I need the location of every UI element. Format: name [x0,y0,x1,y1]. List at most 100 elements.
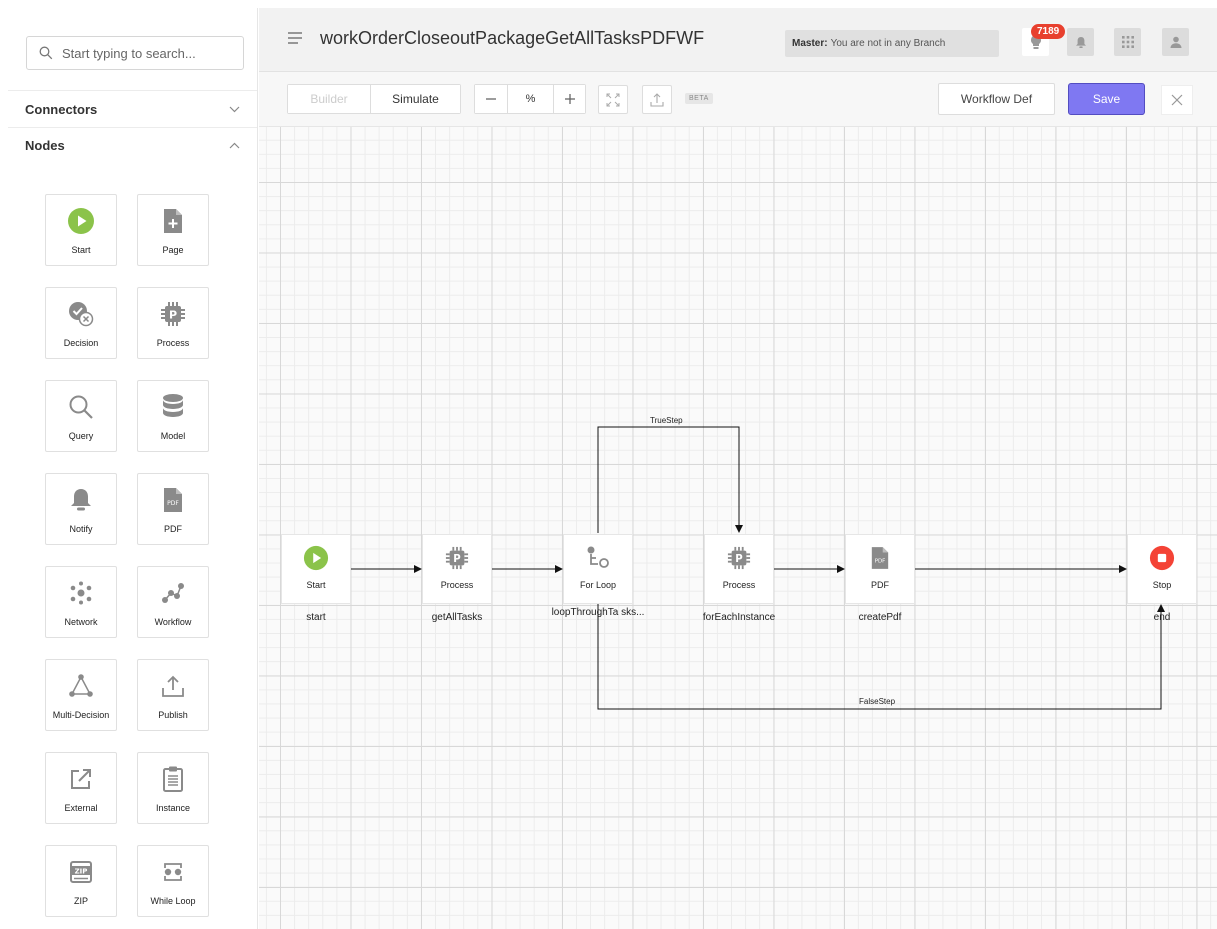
palette-node-label: ZIP [73,896,88,906]
pdf-icon: PDF [867,545,893,571]
node-name-label: getAllTasks [431,612,483,623]
branch-selector[interactable]: Master: You are not in any Branch [785,30,999,57]
palette-node-start[interactable]: Start [45,194,117,266]
instance-icon [158,764,188,794]
palette-node-instance[interactable]: Instance [137,752,209,824]
simulate-tab[interactable]: Simulate [370,85,460,113]
top-header: workOrderCloseoutPackageGetAllTasksPDFWF… [259,8,1217,72]
workflow-icon [158,578,188,608]
palette-node-zip[interactable]: ZIP ZIP [45,845,117,917]
stop-icon [1149,545,1175,571]
query-icon [66,392,96,422]
process-icon: P [726,545,752,571]
palette-node-label: Multi-Decision [52,710,110,720]
pdf-icon: PDF [158,485,188,515]
notification-count-badge: 7189 [1031,24,1066,39]
zip-icon: ZIP [66,857,96,887]
start-icon [66,206,96,236]
palette-node-label: Workflow [154,617,192,627]
palette-node-external[interactable]: External [45,752,117,824]
apps-button[interactable] [1114,28,1141,56]
publish-icon [158,671,188,701]
minus-icon [486,98,496,100]
palette-node-label: External [64,803,98,813]
connectors-section-header[interactable]: Connectors [8,90,257,128]
zoom-in-button[interactable] [553,85,585,113]
palette-node-process[interactable]: P Process [137,287,209,359]
close-button[interactable] [1161,85,1193,115]
workflow-node-createpdf[interactable]: PDF PDF [845,534,915,604]
network-icon [66,578,96,608]
workflow-node-forloop[interactable]: For Loop [563,534,633,604]
palette-node-network[interactable]: Network [45,566,117,638]
start-icon [303,545,329,571]
palette-node-label: Model [160,431,186,441]
palette-node-label: Query [68,431,94,441]
node-type-label: Process [440,580,474,590]
palette-node-model[interactable]: Model [137,380,209,452]
user-menu-button[interactable] [1162,28,1189,56]
node-name-label: loopThroughTa sks... [551,607,645,618]
notify-icon [66,485,96,515]
palette-node-query[interactable]: Query [45,380,117,452]
zoom-out-button[interactable] [475,85,507,113]
palette-node-decision[interactable]: Decision [45,287,117,359]
search-box[interactable] [26,36,244,70]
workflow-node-foreachinstance[interactable]: P Process [704,534,774,604]
close-icon [1171,94,1183,106]
palette-node-label: Page [162,245,184,255]
workflow-edges [351,426,1165,710]
palette-node-while-loop[interactable]: While Loop [137,845,209,917]
external-icon [66,764,96,794]
svg-text:PDF: PDF [167,500,179,507]
save-button[interactable]: Save [1068,83,1145,115]
process-icon: P [444,545,470,571]
branch-text: You are not in any Branch [830,38,946,49]
palette-node-label: Process [156,338,190,348]
palette-node-label: While Loop [150,896,196,906]
page-icon [158,206,188,236]
node-type-label: Start [306,580,326,590]
chevron-down-icon [229,106,240,112]
plus-icon [564,94,575,104]
palette-node-label: Publish [158,710,188,720]
zoom-level[interactable]: % [507,85,553,113]
workflow-def-button[interactable]: Workflow Def [938,83,1055,115]
builder-tab[interactable]: Builder [288,85,370,113]
workflow-node-start[interactable]: Start [281,534,351,604]
notifications-button[interactable] [1067,28,1094,56]
fit-to-screen-button[interactable] [598,85,628,114]
false-step-label: FalseStep [859,697,896,706]
palette-node-publish[interactable]: Publish [137,659,209,731]
workflow-node-getalltasks[interactable]: P Process [422,534,492,604]
search-input[interactable] [62,45,222,61]
nodes-section-header[interactable]: Nodes [8,126,257,164]
true-step-label: TrueStep [650,416,683,425]
palette-node-label: Notify [69,524,93,534]
palette-node-label: Network [64,617,98,627]
node-type-label: Process [722,580,756,590]
upload-icon [650,92,664,107]
workflow-canvas[interactable]: TrueStep FalseStep Start start P Process… [259,127,1217,929]
svg-text:ZIP: ZIP [75,868,88,876]
palette-node-workflow[interactable]: Workflow [137,566,209,638]
model-icon [158,392,188,422]
node-type-label: Stop [1152,580,1172,590]
workflow-title: workOrderCloseoutPackageGetAllTasksPDFWF [320,28,705,48]
editor-toolbar: Builder Simulate % BETA Workflow Def Sav… [259,72,1217,127]
palette-node-multi-decision[interactable]: Multi-Decision [45,659,117,731]
hamburger-menu-icon[interactable] [288,32,302,44]
apps-grid-icon [1121,36,1134,48]
palette-node-notify[interactable]: Notify [45,473,117,545]
node-type-label: PDF [871,580,889,590]
export-button[interactable] [642,85,672,114]
edge-true-step [597,426,743,533]
search-icon [39,46,53,60]
workflow-node-end[interactable]: Stop [1127,534,1197,604]
palette-node-page[interactable]: Page [137,194,209,266]
process-icon: P [158,299,188,329]
palette-node-label: Start [71,245,91,255]
palette-node-pdf[interactable]: PDF PDF [137,473,209,545]
nodes-label: Nodes [25,137,65,153]
palette-node-label: Instance [155,803,191,813]
